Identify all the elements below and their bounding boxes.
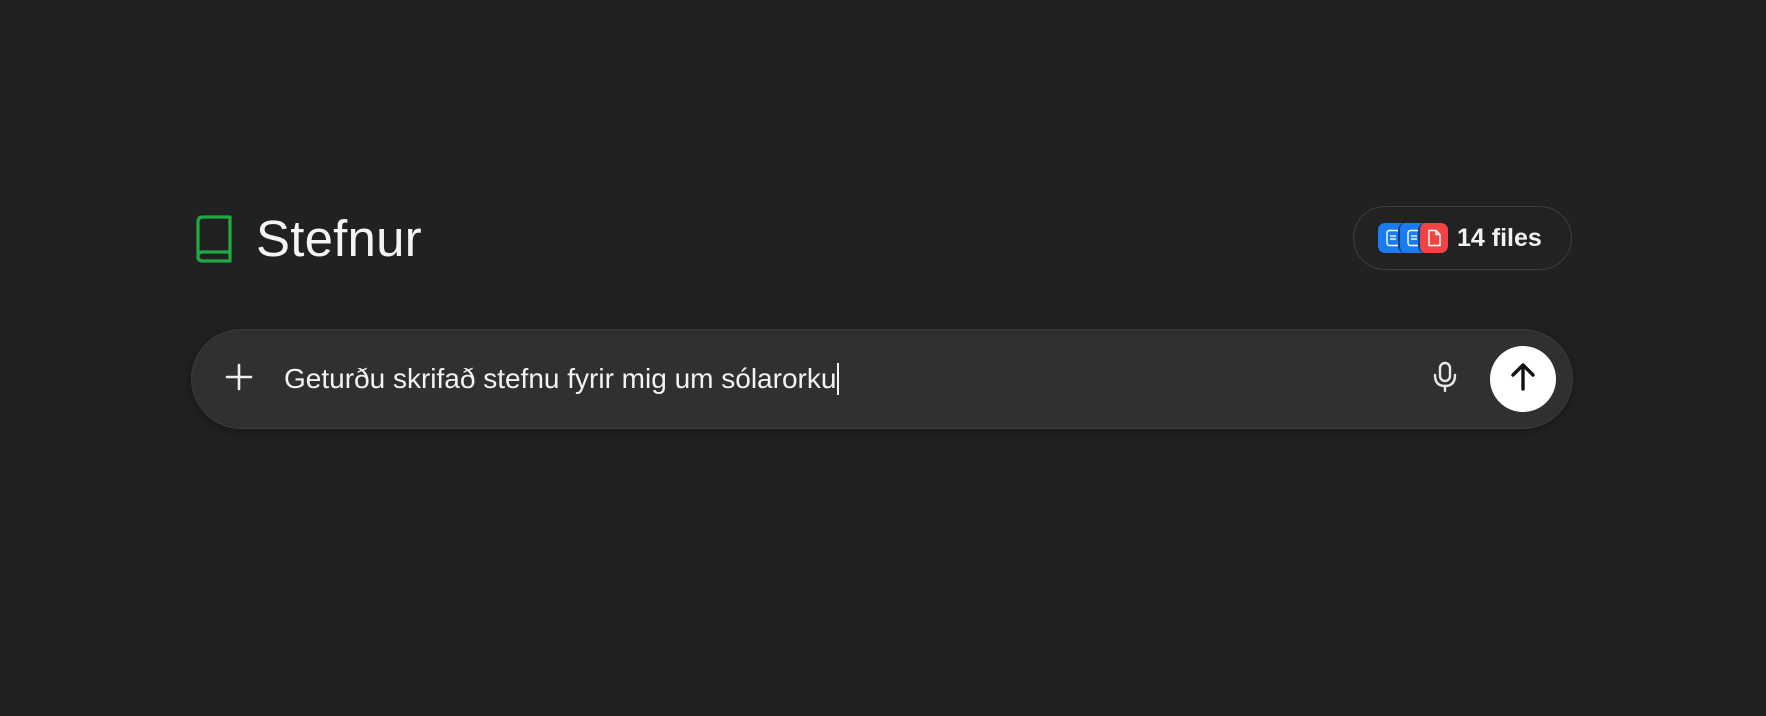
project-header: Stefnur 14 files: [192, 206, 1572, 272]
project-title: Stefnur: [256, 210, 422, 267]
attach-button[interactable]: [216, 356, 262, 402]
send-button[interactable]: [1490, 346, 1556, 412]
arrow-up-icon: [1509, 362, 1537, 397]
project-page: Stefnur 14 files Geturðu skrifað stefnu …: [0, 0, 1766, 716]
microphone-icon: [1432, 361, 1458, 398]
file-thumbnails: [1378, 223, 1450, 253]
prompt-input-text: Geturðu skrifað stefnu fyrir mig um sóla…: [284, 363, 837, 394]
pdf-icon: [1418, 223, 1448, 253]
text-caret: [837, 363, 840, 395]
plus-icon: [224, 362, 254, 397]
files-count-label: 14 files: [1457, 223, 1542, 252]
voice-input-button[interactable]: [1422, 356, 1468, 402]
book-icon: [192, 213, 236, 265]
prompt-input[interactable]: Geturðu skrifað stefnu fyrir mig um sóla…: [284, 356, 840, 402]
chat-composer: Geturðu skrifað stefnu fyrir mig um sóla…: [191, 329, 1573, 429]
project-title-group: Stefnur: [192, 206, 422, 272]
project-files-button[interactable]: 14 files: [1353, 206, 1572, 270]
